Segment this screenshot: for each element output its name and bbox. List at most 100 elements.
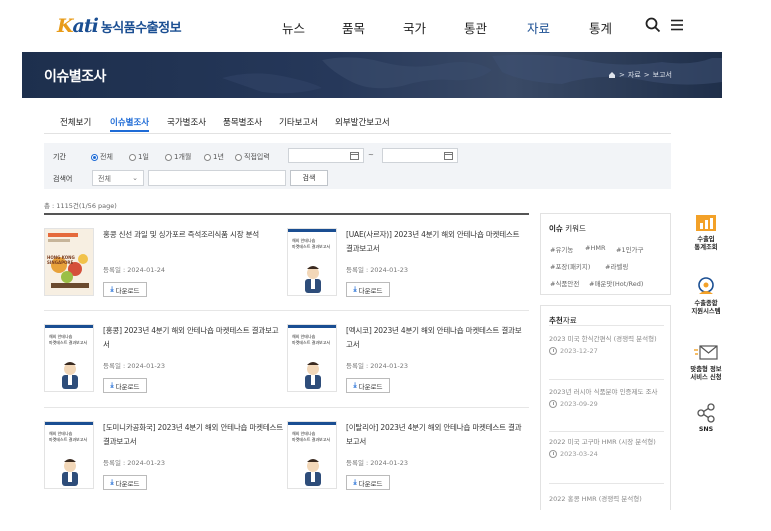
report-date: 등록일 : 2024-01-23 xyxy=(346,459,409,467)
quick-menu-custom-info[interactable]: 맞춤형 정보 서비스 신청 xyxy=(684,342,728,382)
home-icon[interactable] xyxy=(608,71,616,79)
search-button[interactable]: 검색 xyxy=(290,170,328,186)
chart-icon xyxy=(696,215,716,231)
chevron-down-icon: ⌄ xyxy=(132,174,138,182)
breadcrumb: > 자료 > 보고서 xyxy=(608,70,672,80)
menu-icon[interactable] xyxy=(668,16,686,34)
search-scope-select[interactable]: 전체 ⌄ xyxy=(92,170,144,186)
tab-issue[interactable]: 이슈별조사 xyxy=(110,116,150,132)
report-thumbnail[interactable]: 해외 안테나숍 마켓테스트 결과보고서 xyxy=(44,421,94,489)
report-card[interactable]: 해외 안테나숍 마켓테스트 결과보고서 [홍콩] 2023년 4분기 해외 안테나… xyxy=(44,324,284,404)
keyword-tag[interactable]: #유기농 xyxy=(550,244,573,254)
tab-country[interactable]: 국가별조사 xyxy=(167,116,206,128)
date-from-input[interactable] xyxy=(288,148,364,163)
panel-divider xyxy=(549,483,664,484)
tab-all[interactable]: 전체보기 xyxy=(60,116,91,128)
report-thumbnail[interactable]: 해외 안테나숍 마켓테스트 결과보고서 xyxy=(287,228,337,296)
date-to-input[interactable] xyxy=(382,148,458,163)
breadcrumb-item[interactable]: 보고서 xyxy=(653,70,672,80)
clock-icon xyxy=(549,347,557,355)
search-filter: 기간 전체 1일 1개월 1년 직접입력 ~ 검색어 전체 ⌄ 검색 xyxy=(44,143,671,189)
report-date: 등록일 : 2024-01-23 xyxy=(346,362,409,370)
share-icon xyxy=(697,403,715,423)
nav-item-news[interactable]: 뉴스 xyxy=(282,18,305,37)
report-card[interactable]: 해외 안테나숍 마켓테스트 결과보고서 [멕시코] 2023년 4분기 해외 안테… xyxy=(287,324,527,404)
period-radio-all[interactable]: 전체 xyxy=(91,152,113,162)
report-title[interactable]: 홍콩 신선 과일 및 싱가포르 즉석조리식품 시장 분석 xyxy=(103,228,283,242)
period-radio-1month[interactable]: 1개월 xyxy=(165,152,191,162)
keyword-tag[interactable]: #매운맛(Hot/Red) xyxy=(589,278,643,288)
report-thumbnail[interactable]: 해외 안테나숍 마켓테스트 결과보고서 xyxy=(287,324,337,392)
report-date: 등록일 : 2024-01-23 xyxy=(103,362,166,370)
report-card[interactable]: HONG KONG SINGAPORE 홍콩 신선 과일 및 싱가포르 즉석조리… xyxy=(44,228,284,308)
download-icon: ⤓ xyxy=(353,285,357,293)
download-icon: ⤓ xyxy=(110,285,114,293)
keyword-tag[interactable]: #포장(패키지) xyxy=(550,261,590,271)
report-title[interactable]: [홍콩] 2023년 4분기 해외 안테나숍 마켓테스트 결과보고서 xyxy=(103,324,283,352)
report-title[interactable]: [이탈리아] 2023년 4분기 해외 안테나숍 마켓테스트 결과보고서 xyxy=(346,421,526,449)
period-radio-custom[interactable]: 직접입력 xyxy=(235,152,270,162)
search-icon[interactable] xyxy=(644,16,662,34)
nav-item-customs[interactable]: 통관 xyxy=(464,18,487,37)
support-icon xyxy=(698,277,714,294)
nav-item-resources[interactable]: 자료 xyxy=(527,18,550,37)
recommended-item[interactable]: 2023 미국 한식간편식 (경쟁력 분석형) 2023-12-27 xyxy=(549,333,665,355)
report-date: 등록일 : 2024-01-23 xyxy=(346,266,409,274)
clock-icon xyxy=(549,450,557,458)
report-thumbnail[interactable]: 해외 안테나숍 마켓테스트 결과보고서 xyxy=(44,324,94,392)
keyword-tag[interactable]: #1인가구 xyxy=(616,244,644,254)
period-radio-1year[interactable]: 1년 xyxy=(204,152,224,162)
recommended-item[interactable]: 2022 미국 고구마 HMR (시장 분석형) 2023-03-24 xyxy=(549,436,665,458)
quick-menu-sns[interactable]: SNS xyxy=(684,402,728,434)
tab-other[interactable]: 기타보고서 xyxy=(279,116,318,128)
report-thumbnail[interactable]: HONG KONG SINGAPORE xyxy=(44,228,94,296)
list-top-border xyxy=(44,213,529,215)
nav-item-products[interactable]: 품목 xyxy=(342,18,365,37)
panel-divider xyxy=(549,379,664,380)
report-card[interactable]: 해외 안테나숍 마켓테스트 결과보고서 [이탈리아] 2023년 4분기 해외 안… xyxy=(287,421,527,501)
calendar-icon[interactable] xyxy=(350,152,359,160)
breadcrumb-item[interactable]: 자료 xyxy=(628,70,641,80)
keyword-panel: 이슈 키워드 #유기농 #HMR #1인가구 #포장(패키지) #라벨링 #식품… xyxy=(540,213,671,295)
report-card[interactable]: 해외 안테나숍 마켓테스트 결과보고서 [UAE(사르자)] 2023년 4분기 … xyxy=(287,228,527,308)
report-title[interactable]: [도미니카공화국] 2023년 4분기 해외 안테나숍 마켓테스트 결과보고서 xyxy=(103,421,283,449)
download-button[interactable]: ⤓ 다운로드 xyxy=(346,282,390,297)
mail-icon xyxy=(694,345,718,360)
panel-divider xyxy=(549,325,664,326)
site-header: Kati 농식품수출정보 뉴스 품목 국가 통관 자료 통계 xyxy=(0,0,771,52)
download-button[interactable]: ⤓ 다운로드 xyxy=(346,475,390,490)
tab-divider xyxy=(44,133,671,134)
search-input[interactable] xyxy=(148,170,286,186)
row-divider xyxy=(44,310,529,311)
nav-item-countries[interactable]: 국가 xyxy=(403,18,426,37)
keyword-tag[interactable]: #식품안전 xyxy=(550,278,579,288)
report-thumbnail[interactable]: 해외 안테나숍 마켓테스트 결과보고서 xyxy=(287,421,337,489)
tab-product[interactable]: 품목별조사 xyxy=(223,116,262,128)
search-label: 검색어 xyxy=(53,175,73,183)
keyword-tag[interactable]: #HMR xyxy=(585,244,605,252)
download-button[interactable]: ⤓ 다운로드 xyxy=(103,378,147,393)
row-divider xyxy=(44,407,529,408)
quick-menu-export-support[interactable]: 수출종합 지원시스템 xyxy=(684,276,728,316)
page-banner: 이슈별조사 > 자료 > 보고서 xyxy=(22,52,722,98)
recommended-item[interactable]: 2022 홍콩 HMR (경쟁력 분석형) xyxy=(549,493,665,505)
period-radio-1day[interactable]: 1일 xyxy=(129,152,149,162)
panel-divider xyxy=(549,431,664,432)
report-date: 등록일 : 2024-01-24 xyxy=(103,266,166,274)
download-icon: ⤓ xyxy=(353,381,357,389)
calendar-icon[interactable] xyxy=(444,152,453,160)
recommended-item[interactable]: 2023년 러시아 식품분야 인증제도 조사 2023-09-29 xyxy=(549,386,665,408)
tab-external[interactable]: 외부발간보고서 xyxy=(335,116,390,128)
keyword-tag[interactable]: #라벨링 xyxy=(605,261,628,271)
page-title: 이슈별조사 xyxy=(44,69,106,85)
quick-menu-export-stats[interactable]: 수출입 통계조회 xyxy=(684,212,728,252)
download-button[interactable]: ⤓ 다운로드 xyxy=(103,475,147,490)
report-title[interactable]: [멕시코] 2023년 4분기 해외 안테나숍 마켓테스트 결과보고서 xyxy=(346,324,526,352)
download-icon: ⤓ xyxy=(110,381,114,389)
nav-item-statistics[interactable]: 통계 xyxy=(589,18,612,37)
download-button[interactable]: ⤓ 다운로드 xyxy=(346,378,390,393)
report-card[interactable]: 해외 안테나숍 마켓테스트 결과보고서 [도미니카공화국] 2023년 4분기 해… xyxy=(44,421,284,501)
download-button[interactable]: ⤓ 다운로드 xyxy=(103,282,147,297)
report-date: 등록일 : 2024-01-23 xyxy=(103,459,166,467)
report-title[interactable]: [UAE(사르자)] 2023년 4분기 해외 안테나숍 마켓테스트 결과보고서 xyxy=(346,228,526,256)
